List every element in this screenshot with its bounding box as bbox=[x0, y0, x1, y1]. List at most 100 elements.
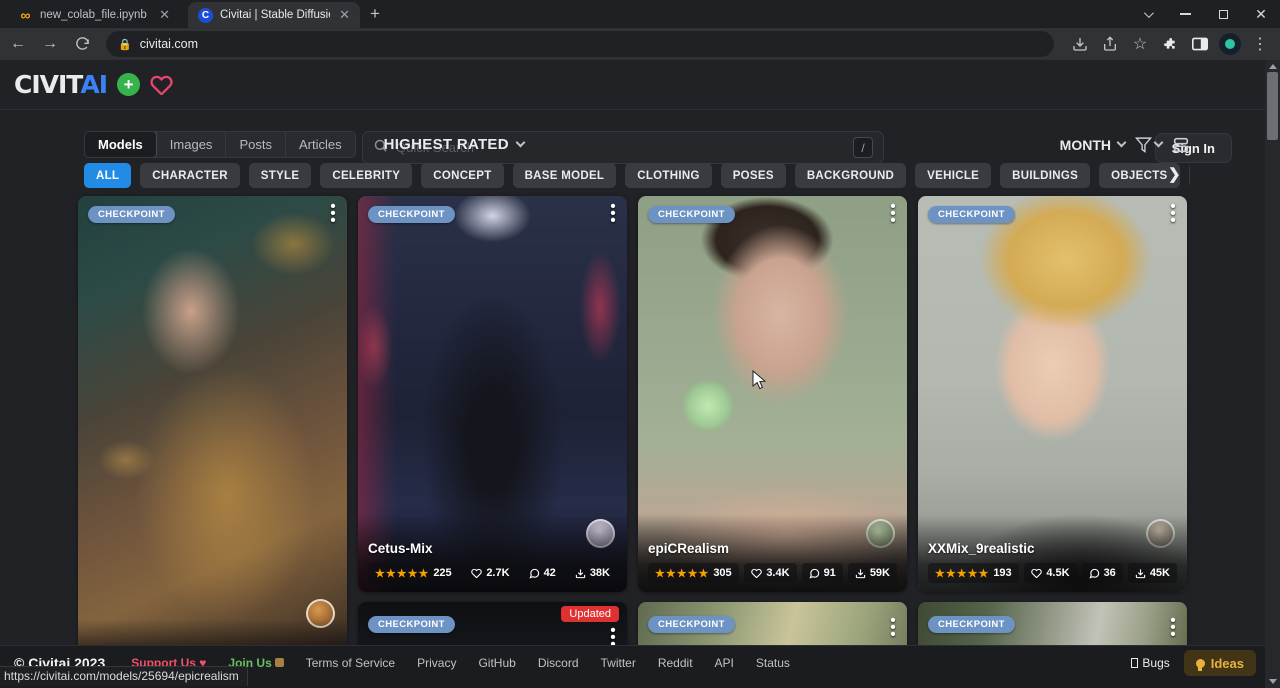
restore-button[interactable] bbox=[1204, 0, 1242, 28]
tab-articles[interactable]: Articles bbox=[286, 132, 355, 157]
chevron-down-icon bbox=[515, 138, 525, 148]
checkpoint-badge: CHECKPOINT bbox=[928, 616, 1015, 633]
chevron-down-icon bbox=[1154, 138, 1164, 148]
create-plus-button[interactable]: + bbox=[117, 73, 140, 96]
address-bar[interactable]: 🔒 civitai.com bbox=[106, 31, 1054, 57]
checkpoint-badge: CHECKPOINT bbox=[648, 206, 735, 223]
back-icon[interactable]: ← bbox=[4, 30, 32, 58]
model-card-xxmix-9realistic[interactable]: CHECKPOINT ••• XXMix_9realistic ★★★★★193… bbox=[918, 196, 1187, 592]
window-controls: ✕ bbox=[1128, 0, 1280, 28]
page-scrollbar[interactable] bbox=[1265, 60, 1280, 688]
tab-models[interactable]: Models bbox=[84, 131, 157, 158]
site-header: CIVITAI + Quick Search / Sign In bbox=[0, 60, 1280, 110]
comment-icon bbox=[809, 568, 820, 579]
rating-stat: ★★★★★225 bbox=[368, 563, 459, 583]
card-menu-icon[interactable]: ••• bbox=[885, 618, 901, 638]
tab-images[interactable]: Images bbox=[157, 132, 227, 157]
supporter-heart-icon[interactable] bbox=[150, 74, 173, 95]
sort-dropdown[interactable]: HIGHEST RATED bbox=[384, 136, 524, 153]
checkpoint-badge: CHECKPOINT bbox=[88, 206, 175, 223]
footer-link-status[interactable]: Status bbox=[756, 656, 790, 670]
card-menu-icon[interactable]: ••• bbox=[605, 204, 621, 224]
comment-icon bbox=[529, 568, 540, 579]
model-title: XXMix_9realistic bbox=[928, 541, 1177, 556]
card-menu-icon[interactable]: ••• bbox=[325, 204, 341, 224]
tab-search-icon[interactable] bbox=[1128, 0, 1166, 28]
content-type-tabs: Models Images Posts Articles bbox=[84, 131, 356, 158]
chip-concept[interactable]: CONCEPT bbox=[421, 163, 503, 188]
likes-stat: 3.4K bbox=[744, 563, 796, 583]
civitai-logo[interactable]: CIVITAI bbox=[14, 70, 107, 99]
chips-scroll-right-icon[interactable]: ❯ bbox=[1168, 165, 1181, 183]
chip-base-model[interactable]: BASE MODEL bbox=[513, 163, 617, 188]
chip-celebrity[interactable]: CELEBRITY bbox=[320, 163, 412, 188]
reload-icon[interactable] bbox=[68, 30, 96, 58]
chip-all[interactable]: ALL bbox=[84, 163, 131, 188]
layout-toggle-icon[interactable] bbox=[1172, 136, 1190, 154]
side-panel-icon[interactable] bbox=[1186, 30, 1214, 58]
toolbar-actions: ☆ ⋮ bbox=[1064, 30, 1274, 58]
card-menu-icon[interactable]: ••• bbox=[1165, 204, 1181, 224]
chip-vehicle[interactable]: VEHICLE bbox=[915, 163, 991, 188]
bookmark-star-icon[interactable]: ☆ bbox=[1126, 30, 1154, 58]
chip-background[interactable]: BACKGROUND bbox=[795, 163, 906, 188]
close-tab-icon[interactable]: ✕ bbox=[157, 7, 172, 23]
chip-buildings[interactable]: BUILDINGS bbox=[1000, 163, 1090, 188]
model-card-dreamshaper[interactable]: CHECKPOINT ••• DreamShaper bbox=[78, 196, 347, 676]
comment-icon bbox=[1089, 568, 1100, 579]
minimize-button[interactable] bbox=[1166, 0, 1204, 28]
checkpoint-badge: CHECKPOINT bbox=[368, 206, 455, 223]
close-tab-icon[interactable]: ✕ bbox=[337, 7, 352, 23]
chip-poses[interactable]: POSES bbox=[721, 163, 786, 188]
tab-civitai[interactable]: C Civitai | Stable Diffusion models, ✕ bbox=[188, 2, 360, 28]
chip-character[interactable]: CHARACTER bbox=[140, 163, 240, 188]
footer-link-terms[interactable]: Terms of Service bbox=[306, 656, 395, 670]
footer-link-discord[interactable]: Discord bbox=[538, 656, 579, 670]
ideas-button[interactable]: Ideas bbox=[1184, 650, 1256, 676]
download-icon bbox=[575, 568, 586, 579]
tab-posts[interactable]: Posts bbox=[226, 132, 286, 157]
scrollbar-thumb[interactable] bbox=[1267, 72, 1278, 140]
colab-icon: ∞ bbox=[18, 8, 33, 23]
footer-link-reddit[interactable]: Reddit bbox=[658, 656, 693, 670]
footer-link-github[interactable]: GitHub bbox=[478, 656, 515, 670]
likes-stat: 4.5K bbox=[1024, 563, 1076, 583]
card-menu-icon[interactable]: ••• bbox=[885, 204, 901, 224]
footer-link-twitter[interactable]: Twitter bbox=[601, 656, 636, 670]
close-window-button[interactable]: ✕ bbox=[1242, 0, 1280, 28]
download-page-icon[interactable] bbox=[1066, 30, 1094, 58]
period-dropdown[interactable]: MONTH bbox=[1060, 137, 1125, 153]
forward-icon[interactable]: → bbox=[36, 30, 64, 58]
star-icons: ★★★★★ bbox=[655, 567, 709, 580]
card-menu-icon[interactable]: ••• bbox=[1165, 618, 1181, 638]
downloads-stat: 59K bbox=[848, 563, 897, 583]
bugs-link[interactable]: Bugs bbox=[1131, 656, 1169, 670]
url-text: civitai.com bbox=[140, 37, 198, 51]
extensions-icon[interactable] bbox=[1156, 30, 1184, 58]
model-grid: CHECKPOINT ••• DreamShaper CHECKPOINT ••… bbox=[78, 196, 1188, 688]
card-stats: ★★★★★225 2.7K 42 38K bbox=[368, 563, 617, 583]
bug-icon bbox=[1131, 658, 1138, 668]
browser-tab-strip: ∞ new_colab_file.ipynb - Colaborat ✕ C C… bbox=[0, 0, 1280, 28]
model-card-cetus-mix[interactable]: CHECKPOINT ••• Cetus-Mix ★★★★★225 2.7K 4… bbox=[358, 196, 627, 592]
profile-avatar[interactable] bbox=[1216, 30, 1244, 58]
filter-funnel-icon[interactable] bbox=[1135, 136, 1162, 153]
footer-link-privacy[interactable]: Privacy bbox=[417, 656, 456, 670]
browser-menu-icon[interactable]: ⋮ bbox=[1246, 30, 1274, 58]
checkpoint-badge: CHECKPOINT bbox=[648, 616, 735, 633]
model-card-epicrealism[interactable]: CHECKPOINT ••• epiCRealism ★★★★★305 3.4K… bbox=[638, 196, 907, 592]
share-icon[interactable] bbox=[1096, 30, 1124, 58]
scroll-down-icon[interactable] bbox=[1269, 679, 1277, 684]
download-icon bbox=[1135, 568, 1146, 579]
tab-title: new_colab_file.ipynb - Colaborat bbox=[40, 9, 150, 21]
rating-stat: ★★★★★305 bbox=[648, 563, 739, 583]
chip-style[interactable]: STYLE bbox=[249, 163, 312, 188]
mouse-cursor bbox=[752, 370, 768, 397]
card-footer: Cetus-Mix ★★★★★225 2.7K 42 38K bbox=[358, 515, 627, 592]
chip-clothing[interactable]: CLOTHING bbox=[625, 163, 711, 188]
footer-link-api[interactable]: API bbox=[715, 656, 734, 670]
scroll-up-icon[interactable] bbox=[1269, 64, 1277, 69]
chip-animal[interactable]: ANIMAL bbox=[1189, 163, 1191, 188]
tab-colab[interactable]: ∞ new_colab_file.ipynb - Colaborat ✕ bbox=[8, 2, 180, 28]
new-tab-button[interactable]: + bbox=[370, 4, 380, 28]
